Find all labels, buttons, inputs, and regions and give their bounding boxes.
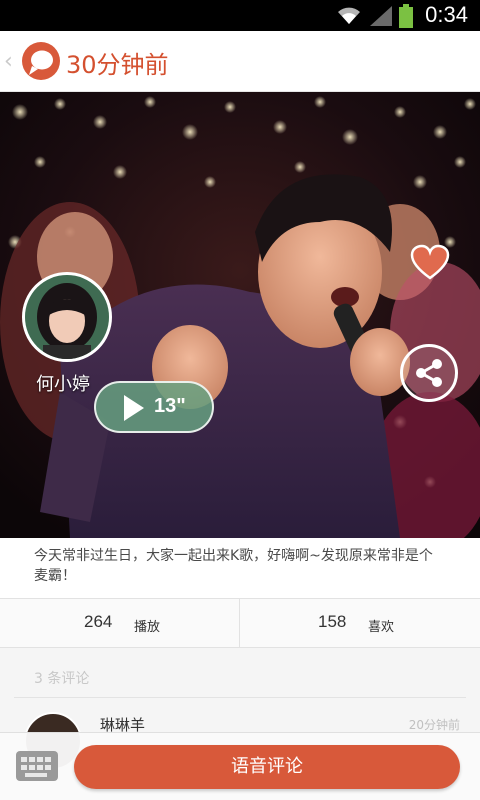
- likes-stat[interactable]: 158 喜欢: [240, 599, 480, 647]
- bottom-bar: 语音评论: [0, 732, 480, 800]
- status-bar: 0:34: [0, 0, 480, 31]
- voice-comment-button[interactable]: 语音评论: [74, 745, 460, 789]
- page-title: 30分钟前: [66, 51, 169, 79]
- likes-count: 158: [318, 612, 347, 631]
- keyboard-icon[interactable]: [16, 751, 58, 781]
- voice-duration: 13": [154, 395, 186, 417]
- voice-play-button[interactable]: 13": [94, 381, 214, 433]
- title-bar: ‹ 30分钟前: [0, 31, 480, 92]
- share-button[interactable]: [400, 344, 458, 402]
- speech-bubble-logo-icon[interactable]: [20, 41, 62, 83]
- plays-label: 播放: [134, 620, 161, 635]
- battery-icon: [399, 4, 413, 28]
- clock: 0:34: [425, 2, 468, 27]
- post-caption: 今天常非过生日，大家一起出来K歌，好嗨啊~发现原来常非是个麦霸！: [0, 538, 480, 598]
- signal-icon: [370, 6, 392, 26]
- author-avatar[interactable]: [22, 272, 112, 362]
- post-stats: 264 播放 158 喜欢: [0, 598, 480, 648]
- comment-time: 20分钟前: [408, 718, 460, 732]
- share-icon: [416, 359, 442, 387]
- heart-icon[interactable]: [410, 244, 450, 280]
- plays-count: 264: [84, 612, 113, 631]
- comments-count: 3: [34, 671, 43, 687]
- plays-stat[interactable]: 264 播放: [0, 599, 240, 647]
- post-photo[interactable]: 13" 何小婷: [0, 92, 480, 538]
- author-name[interactable]: 何小婷: [36, 370, 90, 396]
- comments-header: 3 条评论: [14, 668, 466, 698]
- comments-label: 条评论: [47, 671, 90, 687]
- avatar-image: [25, 275, 109, 359]
- back-chevron-icon[interactable]: ‹: [4, 49, 13, 74]
- play-icon: [124, 395, 144, 421]
- wifi-icon: [338, 7, 360, 24]
- likes-label: 喜欢: [368, 620, 395, 635]
